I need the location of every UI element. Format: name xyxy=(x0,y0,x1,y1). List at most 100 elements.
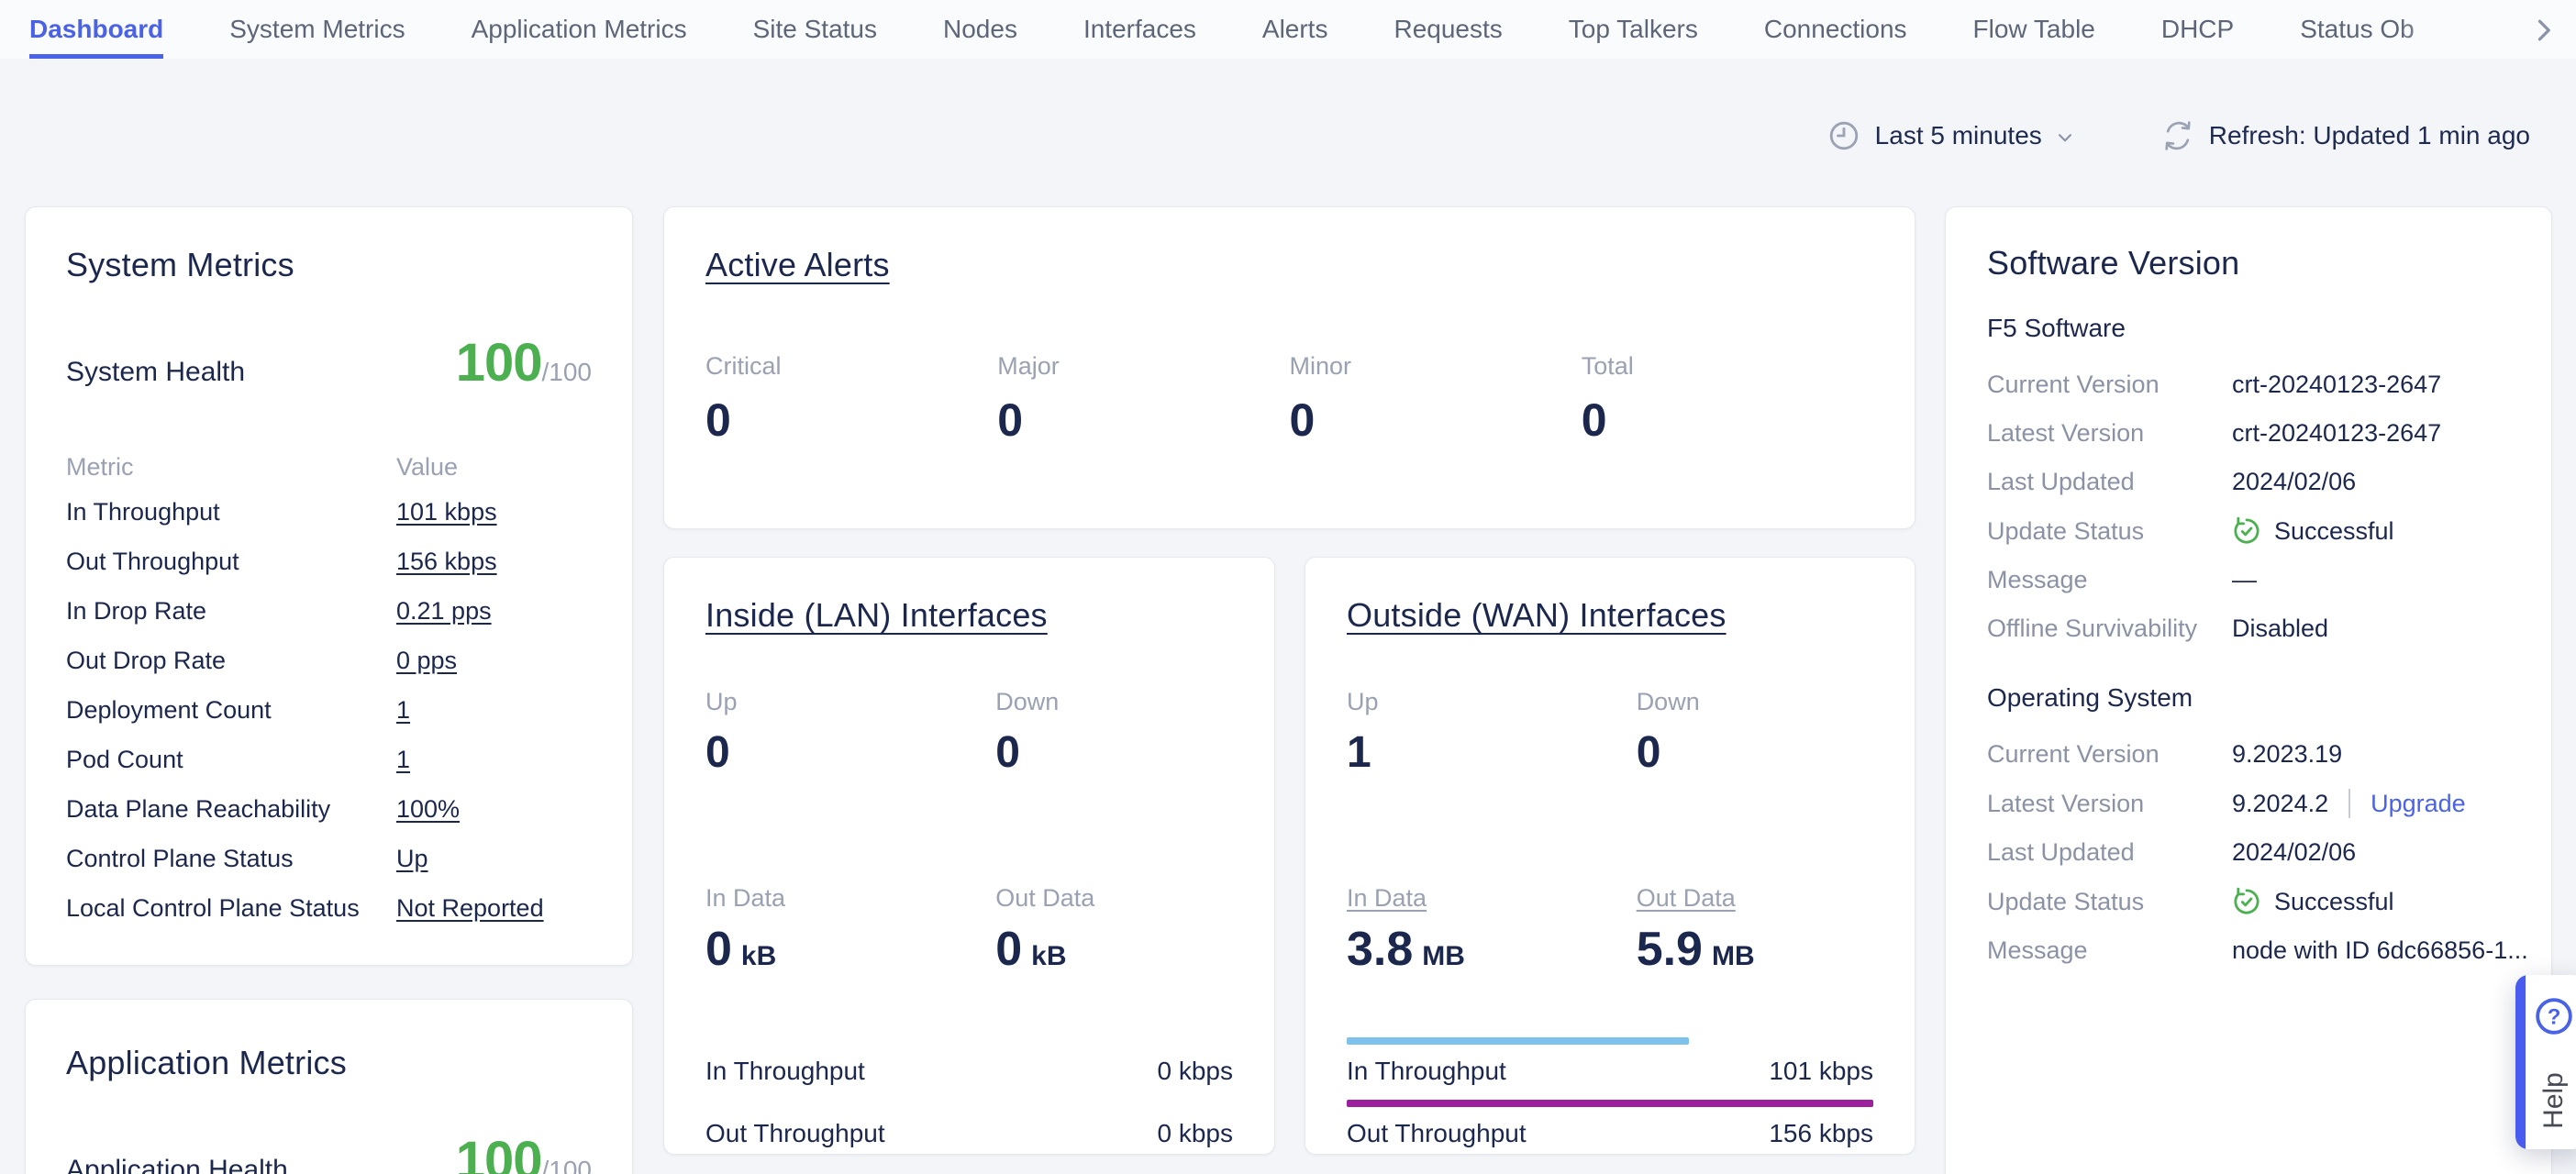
metric-value-link[interactable]: 0 pps xyxy=(396,647,457,675)
nav-tab-interfaces[interactable]: Interfaces xyxy=(1083,0,1196,59)
nav-tab-application-metrics[interactable]: Application Metrics xyxy=(472,0,687,59)
stat-value: 0 xyxy=(995,727,1233,778)
nav-tab-alerts[interactable]: Alerts xyxy=(1262,0,1328,59)
system-health-value: 100 xyxy=(456,333,542,393)
sv-row: Message node with ID 6dc66856-1... xyxy=(1987,936,2510,965)
wan-interfaces-card: Outside (WAN) Interfaces Up 1 Down 0 In … xyxy=(1305,557,1915,1155)
chevron-right-icon xyxy=(2527,14,2560,47)
sv-label: Last Updated xyxy=(1987,838,2232,867)
stat-label: Major xyxy=(997,352,1289,381)
sv-label: Latest Version xyxy=(1987,419,2232,448)
metric-label: Out Throughput xyxy=(66,548,396,576)
alert-stat-major: Major 0 xyxy=(997,352,1289,447)
stat-value: 0 xyxy=(705,727,995,778)
table-row: In Drop Rate 0.21 pps xyxy=(66,586,592,636)
wan-title-link[interactable]: Outside (WAN) Interfaces xyxy=(1347,596,1727,635)
metric-label: Out Drop Rate xyxy=(66,647,396,675)
table-row: Out Throughput 156 kbps xyxy=(66,537,592,586)
wan-in-throughput-bar xyxy=(1347,1037,1689,1045)
sv-value: 9.2023.19 xyxy=(2232,740,2342,769)
sv-row: Offline Survivability Disabled xyxy=(1987,615,2510,643)
stat-label: Up xyxy=(705,688,995,716)
chevron-down-icon xyxy=(2053,126,2077,150)
throughput-label: In Throughput xyxy=(1347,1057,1506,1086)
table-row: Pod Count 1 xyxy=(66,735,592,784)
stat-label: Critical xyxy=(705,352,997,381)
lan-interfaces-card: Inside (LAN) Interfaces Up 0 Down 0 In D… xyxy=(663,557,1275,1155)
divider xyxy=(2348,789,2350,818)
svg-text:?: ? xyxy=(2548,1004,2561,1029)
stat-value: 0 xyxy=(1637,727,1873,778)
nav-tab-connections[interactable]: Connections xyxy=(1764,0,1907,59)
refresh-control[interactable]: Refresh: Updated 1 min ago xyxy=(2161,119,2530,152)
stat-value: 1 xyxy=(1347,727,1637,778)
out-data-link[interactable]: Out Data xyxy=(1637,884,1873,913)
stat-unit: kB xyxy=(741,941,776,971)
sv-row: Latest Version crt-20240123-2647 xyxy=(1987,419,2510,448)
nav-tab-status-objects[interactable]: Status Ob xyxy=(2300,0,2415,59)
help-tab-label: Help xyxy=(2538,1072,2570,1129)
in-data-link[interactable]: In Data xyxy=(1347,884,1637,913)
operating-system-heading: Operating System xyxy=(1987,683,2510,713)
metric-value-link[interactable]: 1 xyxy=(396,696,410,725)
help-tab[interactable]: ? Help xyxy=(2515,975,2576,1149)
metric-value-link[interactable]: 100% xyxy=(396,795,460,824)
stat-unit: MB xyxy=(1422,941,1465,971)
f5-software-heading: F5 Software xyxy=(1987,314,2510,343)
nav-tab-system-metrics[interactable]: System Metrics xyxy=(229,0,405,59)
metric-value-link[interactable]: Up xyxy=(396,845,428,873)
help-tab-accent-bar xyxy=(2515,975,2526,1149)
stat-value: 0kB xyxy=(705,922,995,977)
nav-tab-flow-table[interactable]: Flow Table xyxy=(1973,0,2095,59)
sv-label: Current Version xyxy=(1987,740,2232,769)
lan-title-link[interactable]: Inside (LAN) Interfaces xyxy=(705,596,1048,635)
sv-row: Update Status Successful xyxy=(1987,887,2510,916)
sv-label: Offline Survivability xyxy=(1987,615,2232,643)
sv-value: — xyxy=(2232,566,2257,594)
metric-value-link[interactable]: 156 kbps xyxy=(396,548,497,576)
metric-value-link[interactable]: Not Reported xyxy=(396,894,544,923)
application-health-max: /100 xyxy=(542,1156,593,1174)
sv-label: Current Version xyxy=(1987,371,2232,399)
table-row: Data Plane Reachability 100% xyxy=(66,784,592,834)
application-health-value: 100 xyxy=(456,1131,542,1174)
sv-row: Last Updated 2024/02/06 xyxy=(1987,468,2510,496)
nav-overflow-button[interactable] xyxy=(2525,11,2563,50)
metric-label: Data Plane Reachability xyxy=(66,795,396,824)
sv-value: Successful xyxy=(2232,516,2394,546)
metric-label: In Drop Rate xyxy=(66,597,396,626)
table-row: Local Control Plane Status Not Reported xyxy=(66,883,592,933)
success-check-icon xyxy=(2232,516,2261,546)
nav-tab-top-talkers[interactable]: Top Talkers xyxy=(1569,0,1698,59)
application-metrics-card: Application Metrics Application Health 1… xyxy=(25,999,633,1174)
stat-value: 0 xyxy=(705,393,997,447)
time-range-selector[interactable]: Last 5 minutes xyxy=(1827,119,2077,152)
sv-value: 2024/02/06 xyxy=(2232,468,2356,496)
nav-tab-nodes[interactable]: Nodes xyxy=(943,0,1017,59)
metric-value-link[interactable]: 101 kbps xyxy=(396,498,497,526)
active-alerts-card: Active Alerts Critical 0 Major 0 Minor 0… xyxy=(663,206,1915,529)
wan-data-row: In Data 3.8MB Out Data 5.9MB xyxy=(1347,884,1873,977)
success-check-icon xyxy=(2232,887,2261,916)
metric-value-link[interactable]: 0.21 pps xyxy=(396,597,492,626)
nav-tab-dhcp[interactable]: DHCP xyxy=(2161,0,2234,59)
metric-label: Local Control Plane Status xyxy=(66,894,396,923)
nav-tab-requests[interactable]: Requests xyxy=(1393,0,1502,59)
throughput-value: 101 kbps xyxy=(1769,1057,1873,1086)
metric-column-header: Metric xyxy=(66,453,396,482)
nav-tab-site-status[interactable]: Site Status xyxy=(753,0,877,59)
active-alerts-title-link[interactable]: Active Alerts xyxy=(705,246,890,284)
metric-label: Control Plane Status xyxy=(66,845,396,873)
metric-value-link[interactable]: 1 xyxy=(396,746,410,774)
nav-tab-dashboard[interactable]: Dashboard xyxy=(29,0,163,59)
wan-in-data-stat: In Data 3.8MB xyxy=(1347,884,1637,977)
stat-value: 3.8MB xyxy=(1347,922,1637,977)
stat-value: 5.9MB xyxy=(1637,922,1873,977)
lan-throughput-block: In Throughput 0 kbps Out Throughput 0 kb… xyxy=(705,1037,1233,1148)
sv-row: Latest Version 9.2024.2 Upgrade xyxy=(1987,789,2510,818)
sv-row: Last Updated 2024/02/06 xyxy=(1987,838,2510,867)
upgrade-link[interactable]: Upgrade xyxy=(2371,790,2466,818)
wan-out-data-stat: Out Data 5.9MB xyxy=(1637,884,1873,977)
application-health-score: 100/100 xyxy=(456,1130,592,1174)
sv-value: Disabled xyxy=(2232,615,2328,643)
